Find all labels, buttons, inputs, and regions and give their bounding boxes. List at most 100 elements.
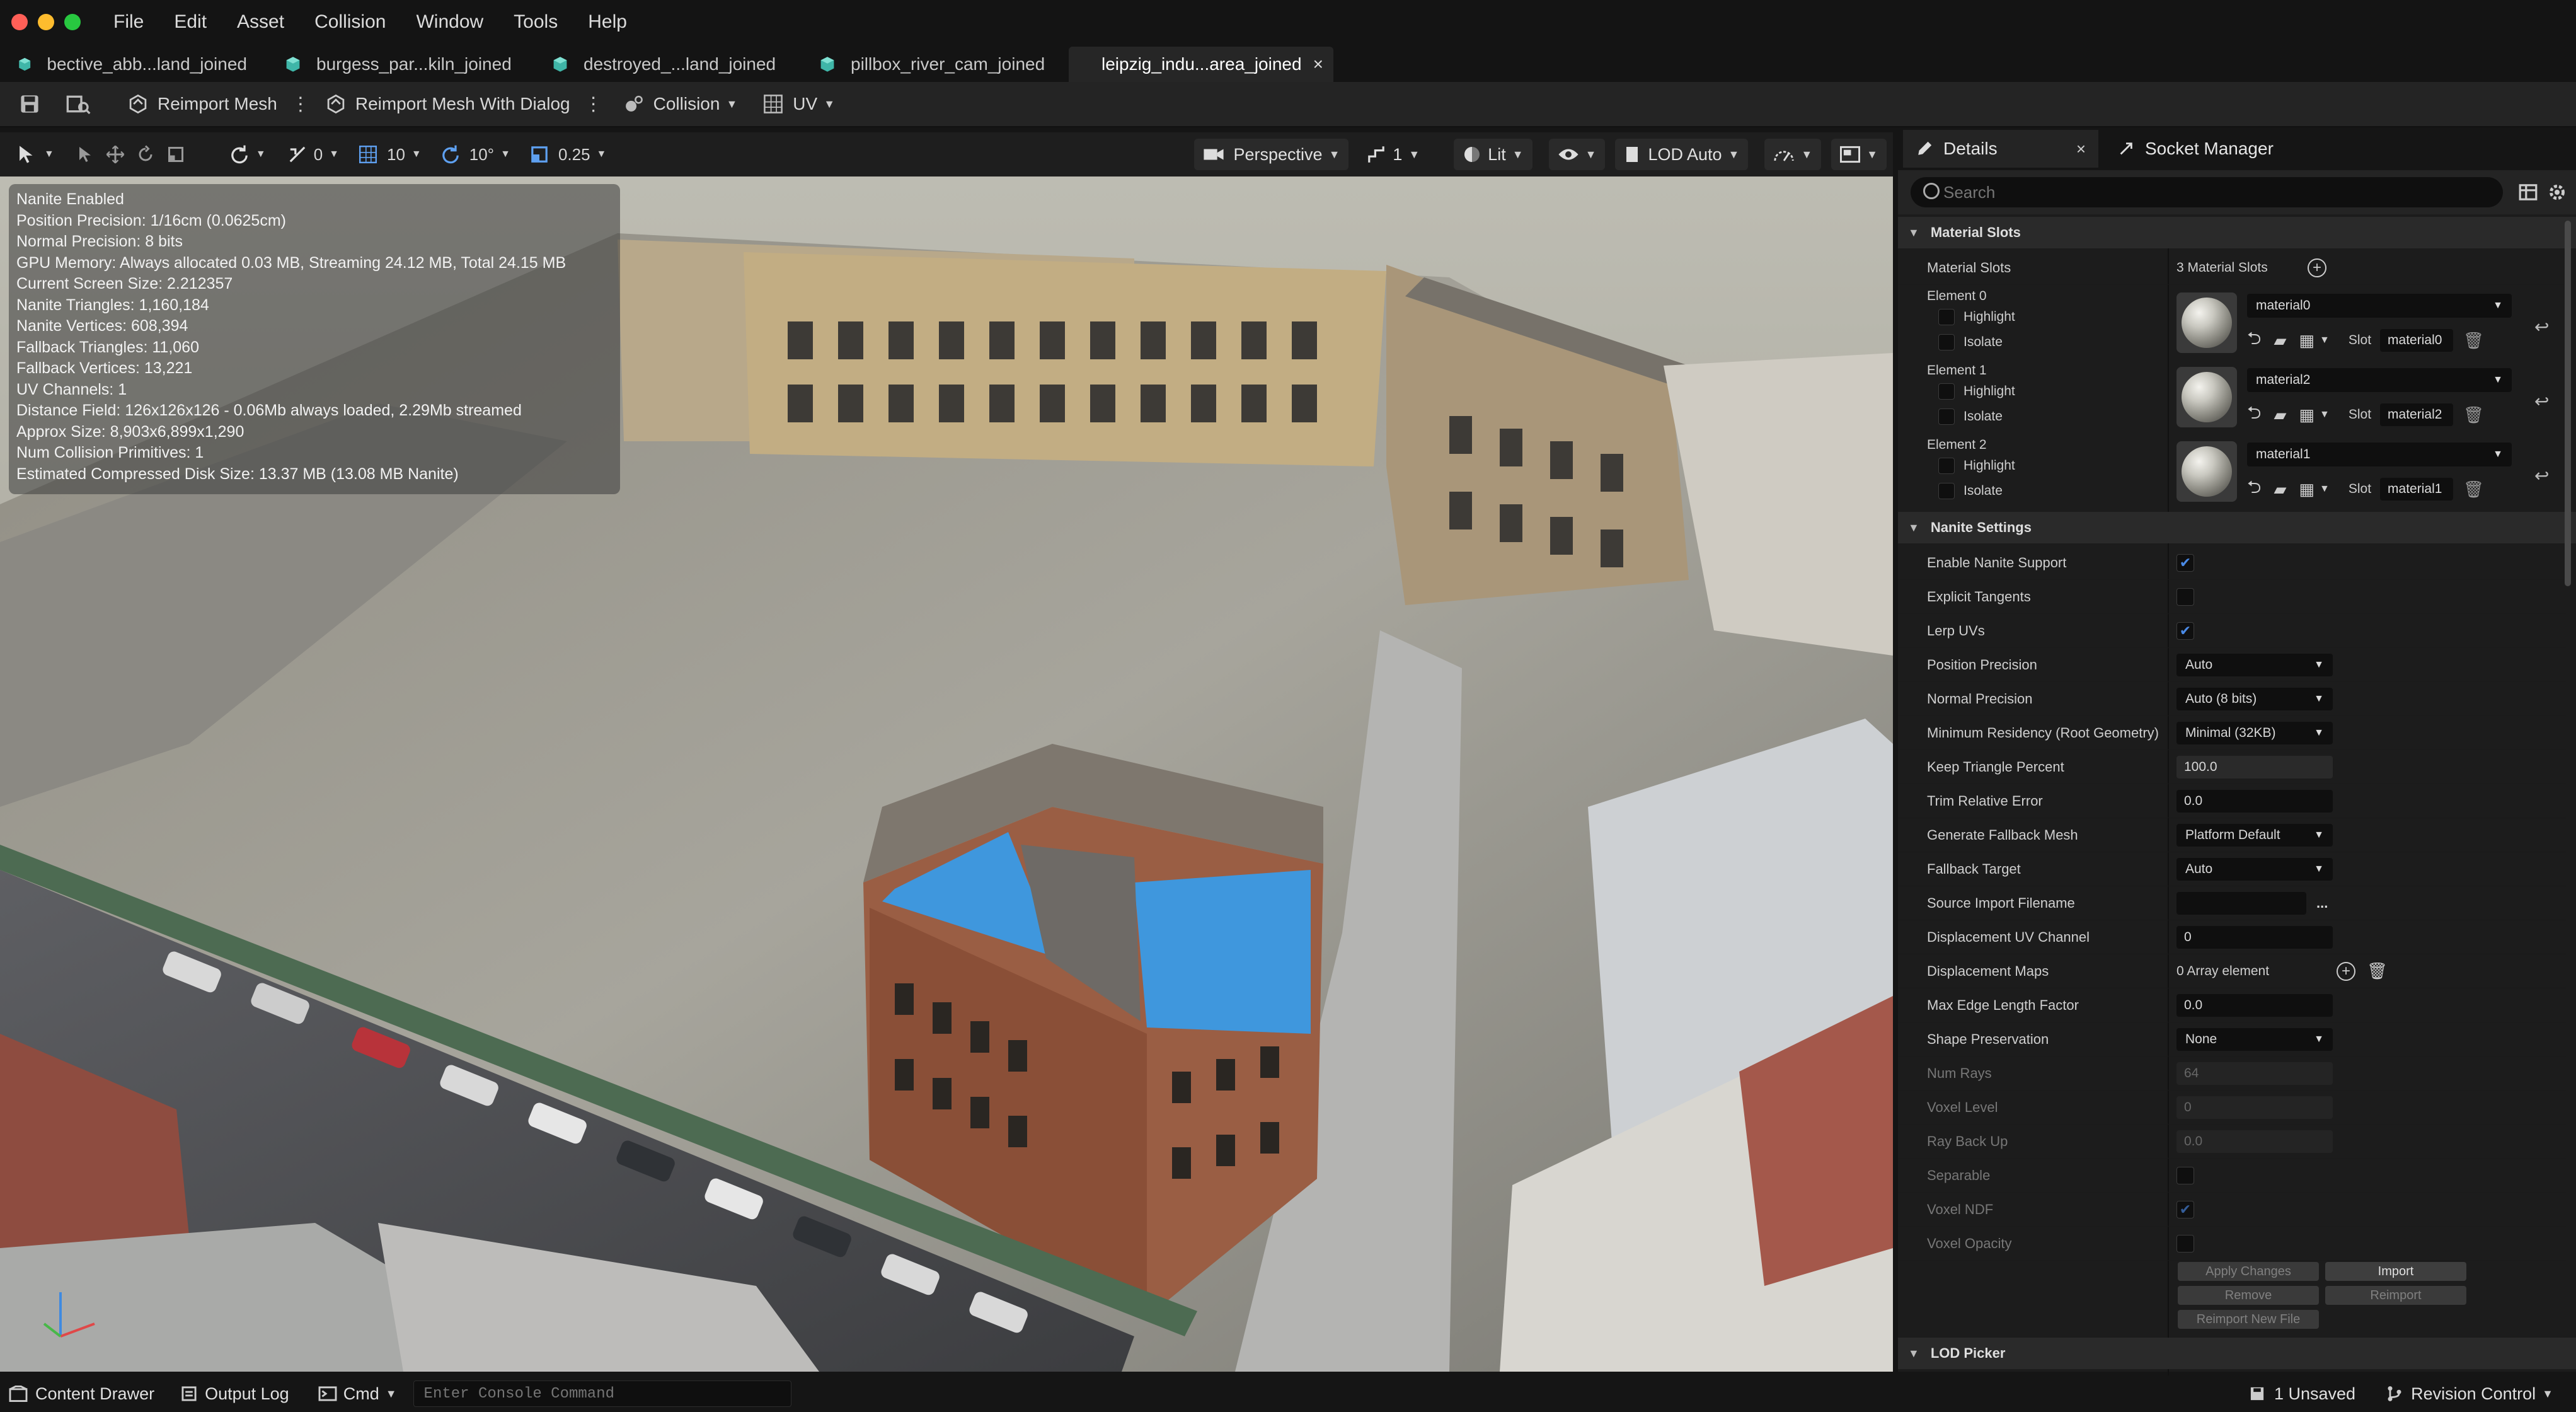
reimport-button[interactable]: Reimport bbox=[2325, 1286, 2466, 1305]
scale-snap-dropdown[interactable]: 0.25 ▼ bbox=[529, 144, 606, 165]
highlight-checkbox[interactable] bbox=[1938, 383, 1955, 400]
delete-slot-icon[interactable]: 🗑 bbox=[2463, 405, 2484, 425]
select-arrow-icon[interactable] bbox=[76, 145, 95, 164]
show-flags-dropdown[interactable]: ▼ bbox=[1548, 139, 1606, 170]
chevron-down-icon[interactable]: ▼ bbox=[2320, 483, 2330, 495]
material-options-icon[interactable]: ▦ bbox=[2299, 331, 2314, 350]
cmd-dropdown[interactable]: Cmd ▼ bbox=[318, 1384, 397, 1404]
use-selected-icon[interactable]: ⮌ bbox=[2247, 325, 2261, 356]
add-slot-icon[interactable]: + bbox=[2308, 258, 2326, 277]
enable-nanite-checkbox[interactable]: ✔ bbox=[2176, 553, 2194, 572]
reset-to-default-icon[interactable]: ↩ bbox=[2534, 391, 2549, 412]
details-scrollbar[interactable] bbox=[2565, 221, 2571, 586]
browse-asset-icon[interactable] bbox=[66, 93, 91, 115]
source-import-field[interactable] bbox=[2176, 891, 2306, 915]
material-dropdown[interactable]: material0 ▼ bbox=[2247, 294, 2512, 318]
tab-burgess[interactable]: burgess_par...kiln_joined bbox=[267, 47, 532, 82]
search-input[interactable] bbox=[1911, 177, 2503, 207]
close-tab-icon[interactable]: × bbox=[1313, 54, 1323, 74]
menu-collision[interactable]: Collision bbox=[314, 11, 386, 33]
translate-icon[interactable] bbox=[106, 145, 125, 164]
console-command-input[interactable] bbox=[413, 1380, 791, 1407]
lod-picker-section[interactable]: ▼ LOD Picker bbox=[1898, 1338, 2576, 1369]
menu-edit[interactable]: Edit bbox=[174, 11, 207, 33]
generate-fallback-dropdown[interactable]: Platform Default ▼ bbox=[2176, 823, 2333, 847]
performance-dropdown[interactable]: ▼ bbox=[1764, 139, 1822, 170]
reset-to-default-icon[interactable]: ↩ bbox=[2534, 465, 2549, 486]
highlight-checkbox-row[interactable]: Highlight bbox=[1938, 383, 2015, 400]
highlight-checkbox[interactable] bbox=[1938, 458, 1955, 474]
browse-folder-icon[interactable]: ▰ bbox=[2274, 480, 2286, 499]
keep-triangle-percent-field[interactable]: 100.0 bbox=[2176, 755, 2333, 778]
browse-file-button[interactable]: ... bbox=[2316, 895, 2328, 911]
material-thumbnail[interactable] bbox=[2176, 441, 2237, 502]
content-drawer-button[interactable]: Content Drawer bbox=[9, 1384, 154, 1404]
unsaved-button[interactable]: 1 Unsaved bbox=[2249, 1384, 2355, 1404]
isolate-checkbox[interactable] bbox=[1938, 483, 1955, 499]
tab-socket-manager[interactable]: Socket Manager bbox=[2105, 130, 2286, 168]
coordinate-space-dropdown[interactable]: ▼ bbox=[229, 144, 266, 165]
fallback-target-dropdown[interactable]: Auto ▼ bbox=[2176, 857, 2333, 881]
grid-snap-dropdown[interactable]: 10 ▼ bbox=[358, 144, 422, 165]
browse-folder-icon[interactable]: ▰ bbox=[2274, 331, 2286, 350]
slot-name-field[interactable]: material1 bbox=[2380, 478, 2454, 501]
position-precision-dropdown[interactable]: Auto ▼ bbox=[2176, 653, 2333, 676]
tab-details[interactable]: Details × bbox=[1903, 130, 2098, 168]
isolate-checkbox-row[interactable]: Isolate bbox=[1938, 408, 2003, 425]
delete-slot-icon[interactable]: 🗑 bbox=[2463, 480, 2484, 499]
material-thumbnail[interactable] bbox=[2176, 292, 2237, 353]
menu-asset[interactable]: Asset bbox=[237, 11, 284, 33]
minimize-window-button[interactable] bbox=[38, 14, 54, 30]
rotate-icon[interactable] bbox=[136, 145, 155, 164]
material-slots-section[interactable]: ▼ Material Slots bbox=[1898, 217, 2576, 248]
isolate-checkbox-row[interactable]: Isolate bbox=[1938, 483, 2003, 499]
reset-to-default-icon[interactable]: ↩ bbox=[2534, 316, 2549, 337]
use-selected-icon[interactable]: ⮌ bbox=[2247, 474, 2261, 504]
gear-icon[interactable] bbox=[2547, 182, 2567, 202]
slot-name-field[interactable]: material2 bbox=[2380, 403, 2454, 426]
displacement-uv-field[interactable]: 0 bbox=[2176, 925, 2333, 949]
explicit-tangents-checkbox[interactable] bbox=[2176, 587, 2194, 606]
maximize-window-button[interactable] bbox=[64, 14, 81, 30]
view-mode-dropdown[interactable]: Lit ▼ bbox=[1454, 139, 1532, 170]
tab-destroyed[interactable]: destroyed_...land_joined bbox=[534, 47, 799, 82]
select-mode-dropdown[interactable]: ▼ bbox=[16, 144, 54, 165]
highlight-checkbox[interactable] bbox=[1938, 309, 1955, 325]
delete-all-icon[interactable]: 🗑 bbox=[2367, 961, 2388, 981]
viewport-layout-dropdown[interactable]: ▼ bbox=[1831, 139, 1887, 170]
material-options-icon[interactable]: ▦ bbox=[2299, 480, 2314, 499]
highlight-checkbox-row[interactable]: Highlight bbox=[1938, 309, 2015, 325]
reimport-dialog-options-icon[interactable]: ⋮ bbox=[584, 93, 603, 115]
scale-icon[interactable] bbox=[166, 145, 185, 164]
isolate-checkbox-row[interactable]: Isolate bbox=[1938, 334, 2003, 350]
minimum-residency-dropdown[interactable]: Minimal (32KB) ▼ bbox=[2176, 721, 2333, 744]
camera-speed-dropdown[interactable]: 1 ▼ bbox=[1357, 139, 1429, 170]
shape-preservation-dropdown[interactable]: None ▼ bbox=[2176, 1027, 2333, 1051]
use-selected-icon[interactable]: ⮌ bbox=[2247, 400, 2261, 430]
collision-dropdown[interactable]: Collision ▼ bbox=[622, 93, 737, 115]
chevron-down-icon[interactable]: ▼ bbox=[2320, 409, 2330, 420]
apply-changes-button[interactable]: Apply Changes bbox=[2178, 1262, 2319, 1281]
reimport-new-file-button[interactable]: Reimport New File bbox=[2178, 1310, 2319, 1329]
slot-name-field[interactable]: material0 bbox=[2380, 329, 2454, 352]
close-window-button[interactable] bbox=[11, 14, 28, 30]
tab-leipzig[interactable]: leipzig_indu...area_joined × bbox=[1069, 47, 1333, 82]
nanite-settings-section[interactable]: ▼ Nanite Settings bbox=[1898, 512, 2576, 543]
tab-bective[interactable]: bective_abb...land_joined bbox=[0, 47, 265, 82]
table-view-icon[interactable] bbox=[2518, 182, 2538, 202]
surface-snap-dropdown[interactable]: 0 ▼ bbox=[287, 144, 339, 165]
close-tab-icon[interactable]: × bbox=[2076, 139, 2086, 159]
material-dropdown[interactable]: material2 ▼ bbox=[2247, 368, 2512, 392]
menu-help[interactable]: Help bbox=[588, 11, 627, 33]
uv-dropdown[interactable]: UV ▼ bbox=[762, 93, 835, 115]
isolate-checkbox[interactable] bbox=[1938, 334, 1955, 350]
lod-dropdown[interactable]: LOD Auto ▼ bbox=[1615, 139, 1749, 170]
reimport-mesh-button[interactable]: Reimport Mesh bbox=[127, 93, 277, 115]
reimport-mesh-options-icon[interactable]: ⋮ bbox=[291, 93, 310, 115]
trim-relative-error-field[interactable]: 0.0 bbox=[2176, 789, 2333, 813]
add-element-icon[interactable]: + bbox=[2337, 961, 2355, 981]
material-dropdown[interactable]: material1 ▼ bbox=[2247, 443, 2512, 466]
tab-pillbox[interactable]: pillbox_river_cam_joined bbox=[802, 47, 1066, 82]
chevron-down-icon[interactable]: ▼ bbox=[2320, 335, 2330, 346]
material-thumbnail[interactable] bbox=[2176, 367, 2237, 427]
